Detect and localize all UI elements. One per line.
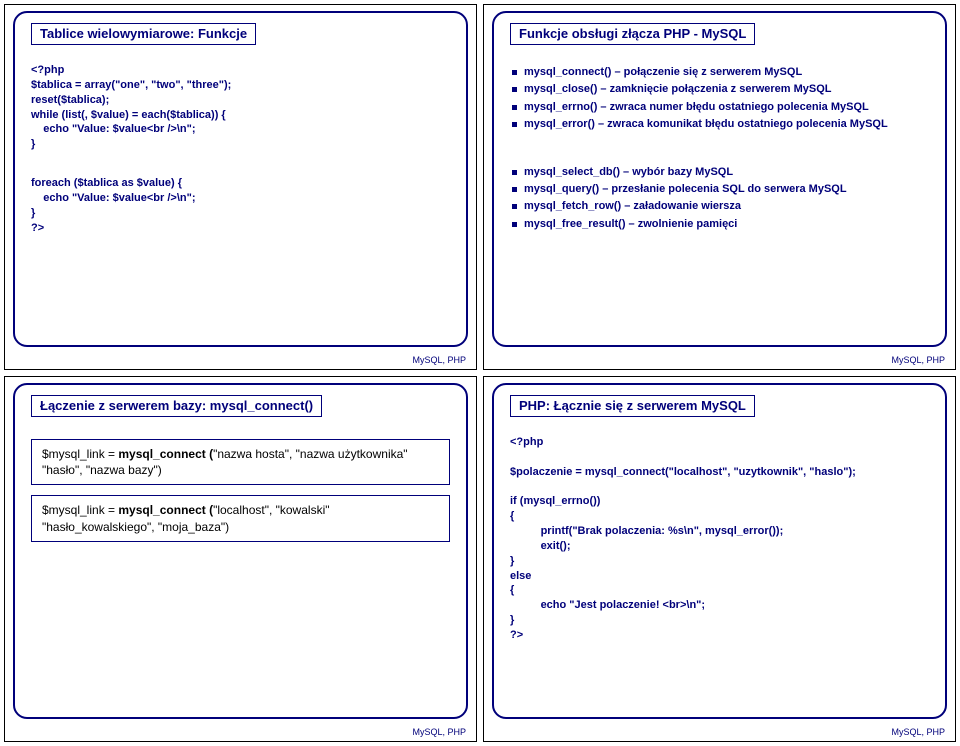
slide-3-box2-pre: $mysql_link =	[42, 503, 118, 517]
slide-4-panel: PHP: Łącznie się z serwerem MySQL <?php …	[492, 383, 947, 719]
slide-1: Tablice wielowymiarowe: Funkcje <?php $t…	[4, 4, 477, 370]
slide-2-b-2: mysql_fetch_row() – załadowanie wiersza	[510, 199, 929, 214]
slide-4-title: PHP: Łącznie się z serwerem MySQL	[510, 395, 755, 417]
slide-3-title: Łączenie z serwerem bazy: mysql_connect(…	[31, 395, 322, 417]
slide-2-title: Funkcje obsługi złącza PHP - MySQL	[510, 23, 755, 45]
slide-3-box-1: $mysql_link = mysql_connect ("nazwa host…	[31, 439, 450, 485]
slide-3: Łączenie z serwerem bazy: mysql_connect(…	[4, 376, 477, 742]
slide-1-panel: Tablice wielowymiarowe: Funkcje <?php $t…	[13, 11, 468, 347]
slide-1-footer: MySQL, PHP	[412, 355, 466, 365]
slide-2-footer: MySQL, PHP	[891, 355, 945, 365]
slide-4-footer: MySQL, PHP	[891, 727, 945, 737]
slide-3-box1-pre: $mysql_link =	[42, 447, 118, 461]
slide-2-a-0: mysql_connect() – połączenie się z serwe…	[510, 65, 929, 80]
slide-3-footer: MySQL, PHP	[412, 727, 466, 737]
slide-2-a-3: mysql_error() – zwraca komunikat błędu o…	[510, 117, 929, 132]
slide-1-title: Tablice wielowymiarowe: Funkcje	[31, 23, 256, 45]
slide-2-a-2: mysql_errno() – zwraca numer błędu ostat…	[510, 100, 929, 115]
slide-2-list-b: mysql_select_db() – wybór bazy MySQL mys…	[510, 165, 929, 233]
slide-2-b-1: mysql_query() – przesłanie polecenia SQL…	[510, 182, 929, 197]
slide-1-code-1: <?php $tablica = array("one", "two", "th…	[31, 63, 450, 152]
slide-3-box1-bold: mysql_connect (	[118, 447, 213, 461]
slide-2-list-a: mysql_connect() – połączenie się z serwe…	[510, 65, 929, 133]
slide-2-b-3: mysql_free_result() – zwolnienie pamięci	[510, 217, 929, 232]
slide-2: Funkcje obsługi złącza PHP - MySQL mysql…	[483, 4, 956, 370]
slide-3-panel: Łączenie z serwerem bazy: mysql_connect(…	[13, 383, 468, 719]
slide-4: PHP: Łącznie się z serwerem MySQL <?php …	[483, 376, 956, 742]
slide-2-panel: Funkcje obsługi złącza PHP - MySQL mysql…	[492, 11, 947, 347]
slide-3-box2-bold: mysql_connect (	[118, 503, 213, 517]
slide-1-code-2: foreach ($tablica as $value) { echo "Val…	[31, 176, 450, 235]
slide-4-code: <?php $polaczenie = mysql_connect("local…	[510, 435, 929, 643]
slide-2-b-0: mysql_select_db() – wybór bazy MySQL	[510, 165, 929, 180]
slide-2-a-1: mysql_close() – zamknięcie połączenia z …	[510, 82, 929, 97]
slide-3-box-2: $mysql_link = mysql_connect ("localhost"…	[31, 495, 450, 541]
